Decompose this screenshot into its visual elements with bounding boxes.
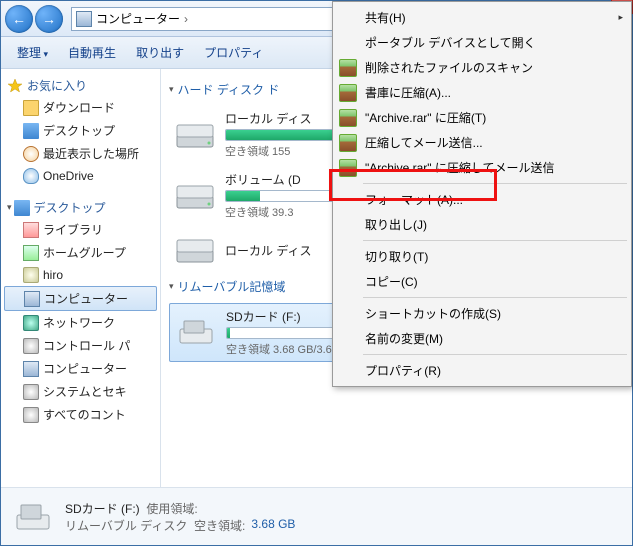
context-menu: 共有(H) ポータブル デバイスとして開く 削除されたファイルのスキャン 書庫に…	[332, 1, 632, 387]
sidebar-favorites-label: お気に入り	[27, 77, 87, 94]
sidebar-item-computer[interactable]: コンピューター	[4, 286, 157, 311]
organize-menu[interactable]: 整理	[9, 40, 56, 65]
recent-icon	[23, 146, 39, 162]
sidebar-item-recent[interactable]: 最近表示した場所	[1, 142, 160, 165]
menu-separator	[363, 354, 627, 355]
desktop-icon	[14, 200, 30, 216]
expand-icon: ▾	[7, 202, 12, 213]
sdcard-icon	[11, 497, 55, 537]
menu-share[interactable]: 共有(H)	[335, 5, 629, 30]
menu-create-shortcut[interactable]: ショートカットの作成(S)	[335, 301, 629, 326]
collapse-icon: ▾	[169, 84, 174, 95]
desktop-icon	[23, 123, 39, 139]
menu-separator	[363, 297, 627, 298]
menu-add-archive[interactable]: 書庫に圧縮(A)...	[335, 80, 629, 105]
sidebar-item-user[interactable]: hiro	[1, 264, 160, 286]
menu-copy[interactable]: コピー(C)	[335, 269, 629, 294]
menu-compress-to-rar[interactable]: "Archive.rar" に圧縮(T)	[335, 105, 629, 130]
homegroup-icon	[23, 245, 39, 261]
sidebar-item-security[interactable]: システムとセキ	[1, 380, 160, 403]
hdd-icon	[173, 232, 217, 268]
computer-icon	[24, 291, 40, 307]
forward-button[interactable]: →	[35, 5, 63, 33]
menu-scan-deleted[interactable]: 削除されたファイルのスキャン	[335, 55, 629, 80]
sidebar-item-desktop[interactable]: デスクトップ	[1, 119, 160, 142]
winrar-icon	[339, 134, 357, 152]
sidebar-item-downloads[interactable]: ダウンロード	[1, 96, 160, 119]
library-icon	[23, 222, 39, 238]
eject-button[interactable]: 取り出す	[128, 40, 192, 65]
sidebar-item-computer-2[interactable]: コンピューター	[1, 357, 160, 380]
winrar-icon	[339, 109, 357, 127]
menu-rename[interactable]: 名前の変更(M)	[335, 326, 629, 351]
star-icon	[7, 78, 23, 94]
sidebar-item-controlpanel[interactable]: コントロール パ	[1, 334, 160, 357]
onedrive-icon	[23, 168, 39, 184]
breadcrumb-root[interactable]: コンピューター	[96, 10, 180, 27]
winrar-icon	[339, 84, 357, 102]
back-button[interactable]: ←	[5, 5, 33, 33]
status-free-value: 3.68 GB	[251, 517, 295, 534]
menu-cut[interactable]: 切り取り(T)	[335, 244, 629, 269]
autoplay-button[interactable]: 自動再生	[60, 40, 124, 65]
sidebar-item-libraries[interactable]: ライブラリ	[1, 218, 160, 241]
sidebar-item-network[interactable]: ネットワーク	[1, 311, 160, 334]
sidebar-item-homegroup[interactable]: ホームグループ	[1, 241, 160, 264]
security-icon	[23, 384, 39, 400]
winrar-icon	[339, 159, 357, 177]
status-free-label: 空き領域:	[194, 517, 245, 534]
sidebar-desktop-header[interactable]: ▾ デスクトップ	[1, 197, 160, 218]
menu-compress-rar-email[interactable]: "Archive.rar" に圧縮してメール送信	[335, 155, 629, 180]
sidebar: お気に入り ダウンロード デスクトップ 最近表示した場所 OneDrive ▾ …	[1, 69, 161, 487]
sidebar-desktop-label: デスクトップ	[34, 199, 106, 216]
menu-separator	[363, 183, 627, 184]
computer-icon	[76, 11, 92, 27]
breadcrumb-chevron-icon[interactable]	[180, 12, 192, 26]
sidebar-favorites-header[interactable]: お気に入り	[1, 75, 160, 96]
menu-eject[interactable]: 取り出し(J)	[335, 212, 629, 237]
menu-compress-email[interactable]: 圧縮してメール送信...	[335, 130, 629, 155]
sidebar-item-onedrive[interactable]: OneDrive	[1, 165, 160, 187]
menu-properties[interactable]: プロパティ(R)	[335, 358, 629, 383]
status-bar: SDカード (F:) 使用領域: リムーバブル ディスク 空き領域: 3.68 G…	[1, 487, 632, 545]
user-icon	[23, 267, 39, 283]
status-used-label: 使用領域:	[146, 500, 197, 517]
sidebar-item-allcontrol[interactable]: すべてのコント	[1, 403, 160, 426]
status-subtitle: リムーバブル ディスク	[65, 517, 187, 534]
explorer-window: × ← → コンピューター 整理 自動再生 取り出す プロパティ お気に入り	[0, 0, 633, 546]
network-icon	[23, 315, 39, 331]
hdd-icon	[173, 178, 217, 214]
allcontrol-icon	[23, 407, 39, 423]
sdcard-icon	[174, 315, 218, 351]
computer-icon	[23, 361, 39, 377]
properties-button[interactable]: プロパティ	[196, 40, 271, 65]
control-icon	[23, 338, 39, 354]
status-title: SDカード (F:)	[65, 500, 140, 517]
folder-icon	[23, 100, 39, 116]
winrar-icon	[339, 59, 357, 77]
collapse-icon: ▾	[169, 281, 174, 292]
hdd-icon	[173, 117, 217, 153]
menu-format[interactable]: フォーマット(A)...	[335, 187, 629, 212]
menu-open-portable[interactable]: ポータブル デバイスとして開く	[335, 30, 629, 55]
menu-separator	[363, 240, 627, 241]
